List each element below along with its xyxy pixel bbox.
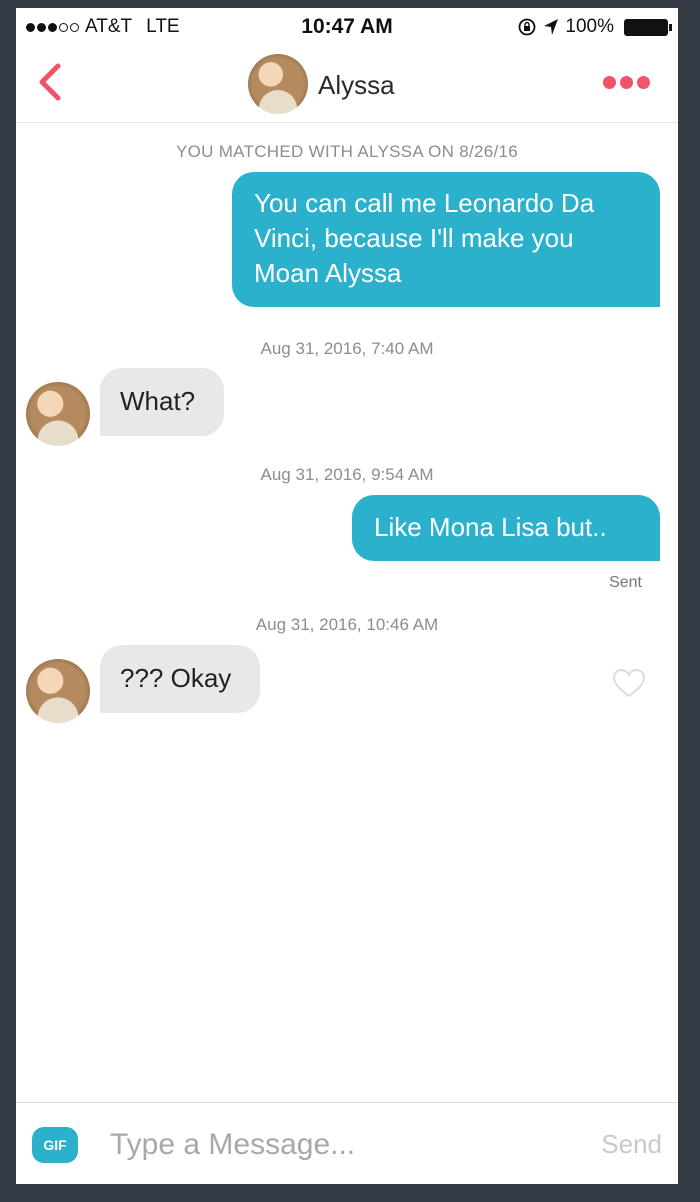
heart-icon[interactable] <box>612 668 646 698</box>
received-message[interactable]: What? <box>100 368 224 436</box>
received-message[interactable]: ??? Okay <box>100 645 260 713</box>
contact-avatar[interactable] <box>26 382 90 446</box>
battery-icon <box>624 18 672 36</box>
sent-message[interactable]: You can call me Leonardo Da Vinci, becau… <box>232 172 660 307</box>
send-button[interactable]: Send <box>601 1129 662 1160</box>
status-bar: AT&T LTE 10:47 AM 100% <box>16 8 678 48</box>
sent-status: Sent <box>609 574 642 591</box>
contact-avatar[interactable] <box>26 659 90 723</box>
message-timestamp: Aug 31, 2016, 9:54 AM <box>260 465 434 484</box>
gif-button[interactable]: GIF <box>32 1127 78 1163</box>
location-arrow-icon <box>544 19 559 35</box>
message-composer: GIF Send <box>16 1102 678 1184</box>
chat-header: Alyssa <box>16 48 678 123</box>
message-timestamp: Aug 31, 2016, 7:40 AM <box>260 339 434 358</box>
sent-message[interactable]: Like Mona Lisa but.. <box>352 495 660 561</box>
header-avatar[interactable] <box>248 54 308 114</box>
more-dots-icon[interactable] <box>603 76 650 89</box>
message-timestamp: Aug 31, 2016, 10:46 AM <box>255 615 439 634</box>
rotation-lock-icon <box>518 18 536 36</box>
contact-name[interactable]: Alyssa <box>318 70 395 101</box>
message-input[interactable] <box>110 1119 580 1171</box>
back-chevron-icon[interactable] <box>32 60 66 104</box>
match-notice: YOU MATCHED WITH ALYSSA ON 8/26/16 <box>175 142 519 161</box>
phone-screen: AT&T LTE 10:47 AM 100% Alyssa YOU MATCHE… <box>16 8 678 1184</box>
battery-percentage: 100% <box>565 16 614 37</box>
